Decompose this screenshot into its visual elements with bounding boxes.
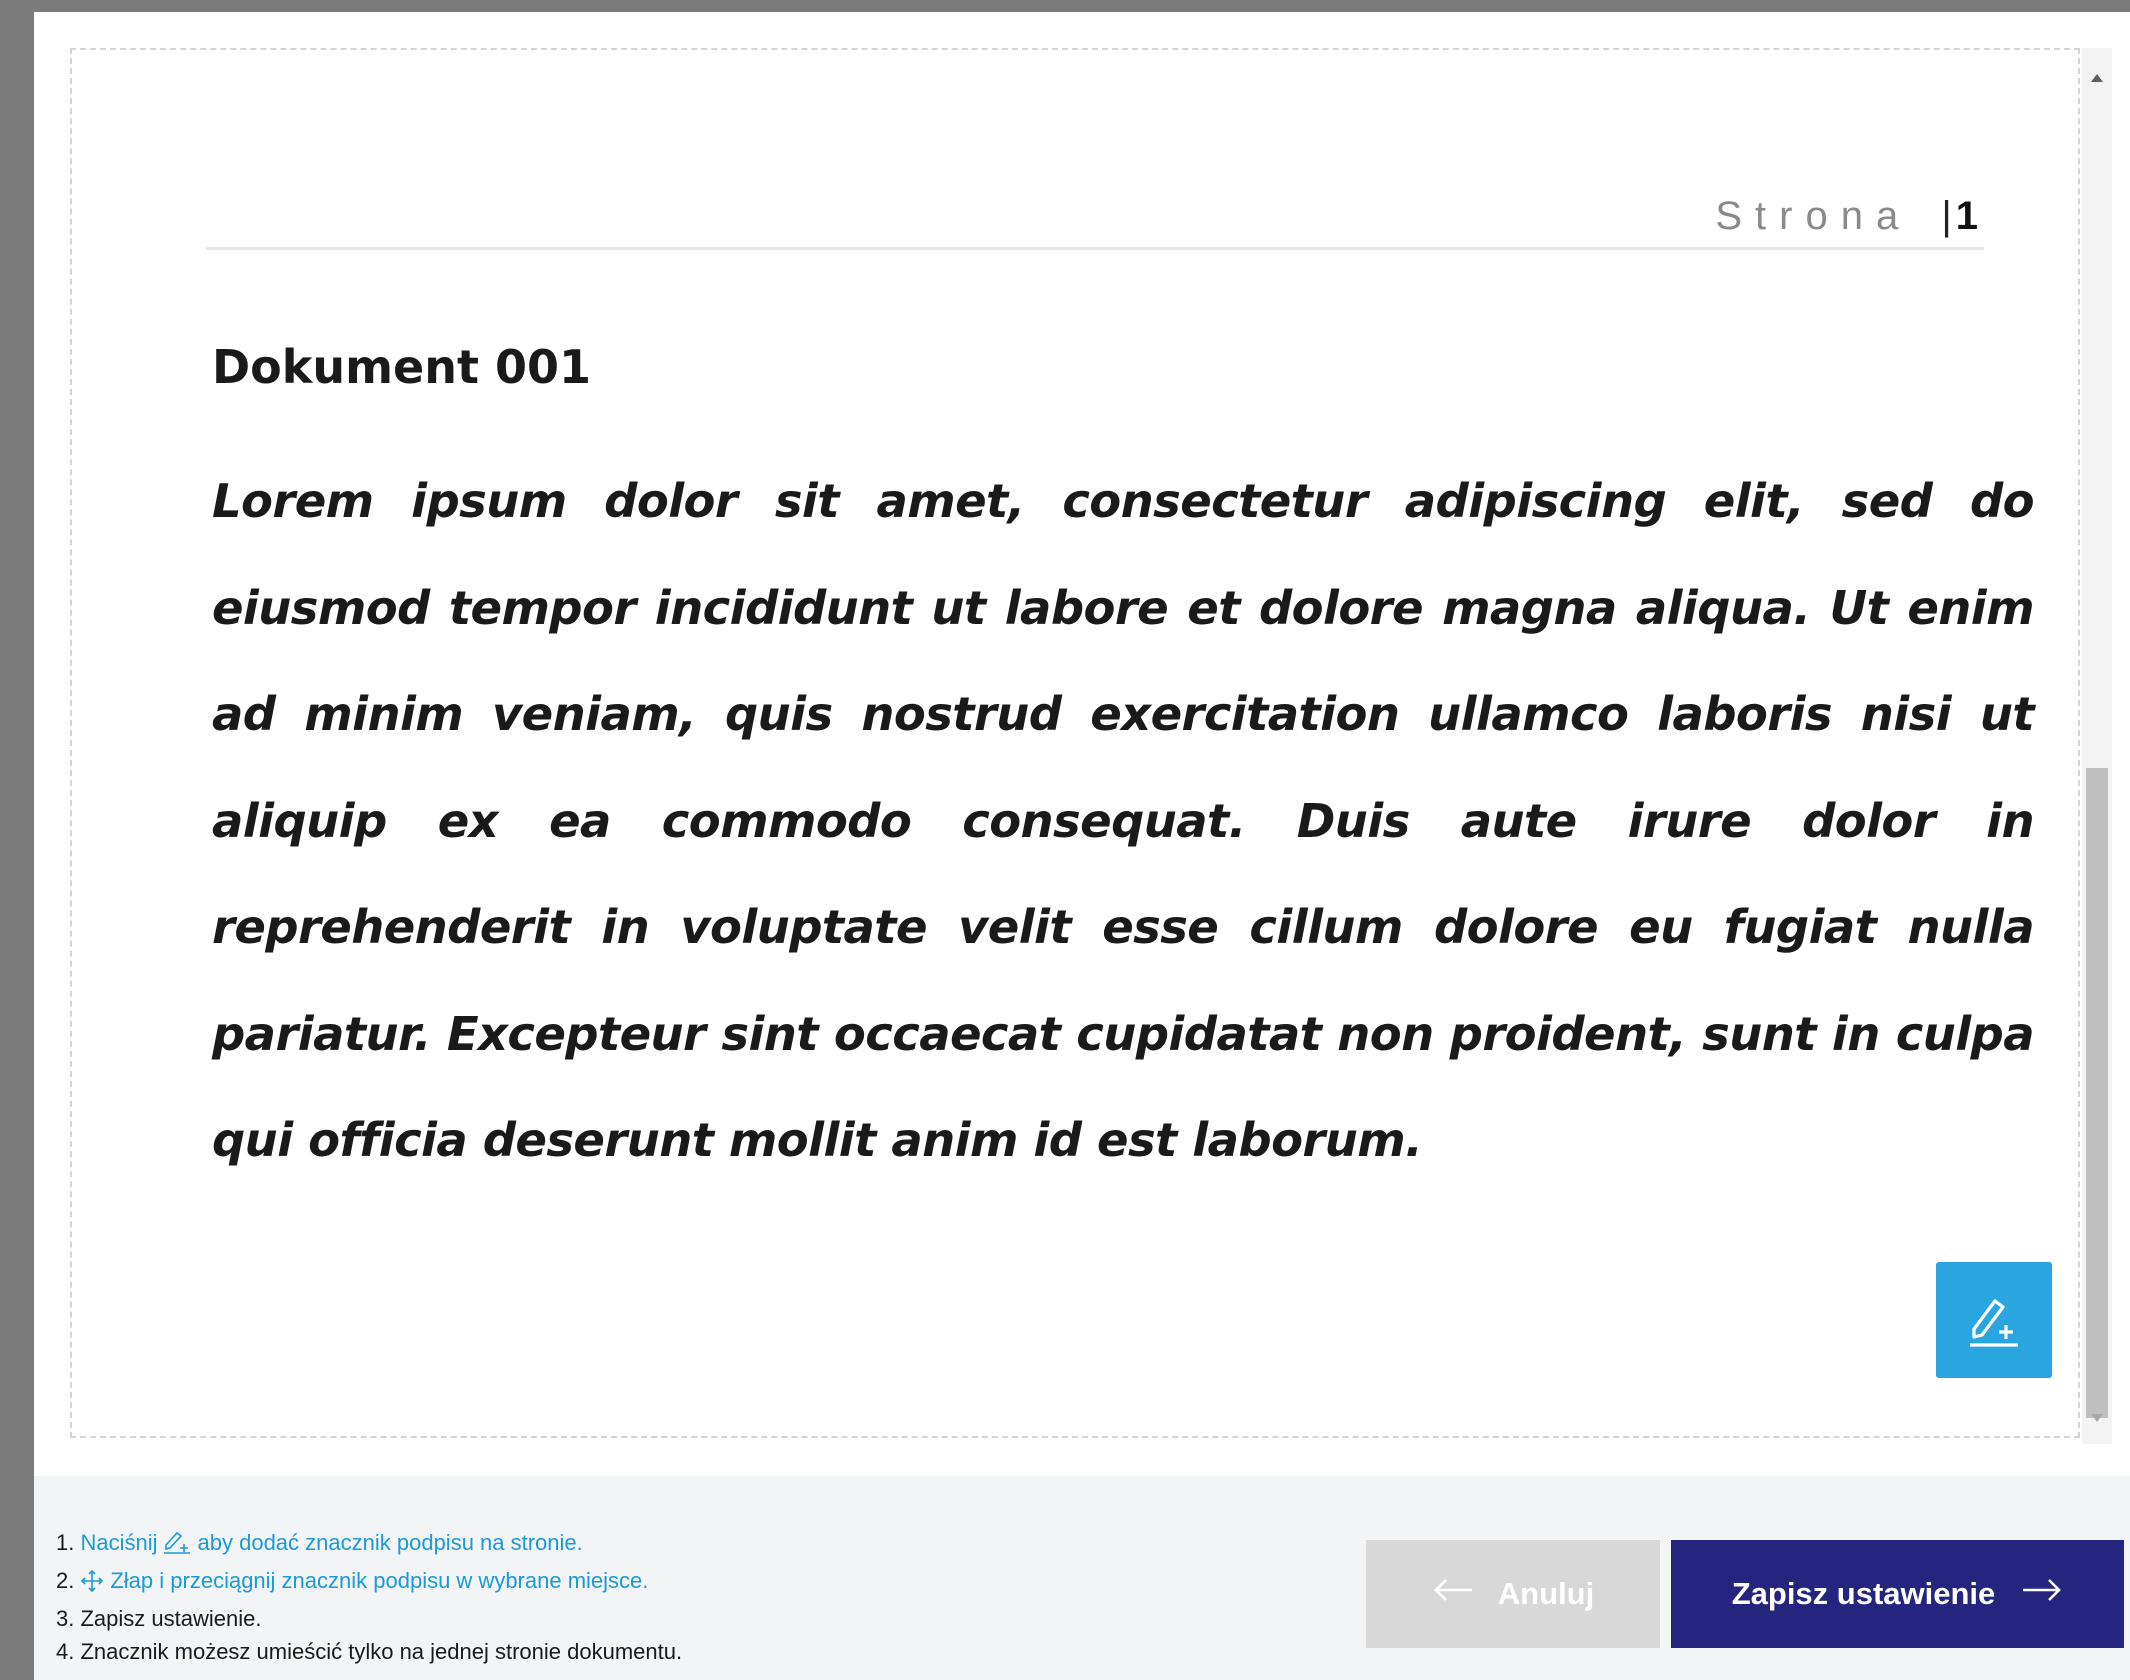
instruction-item: 2. Złap i przeciągnij znacznik podpisu w … (56, 1564, 682, 1602)
page-header: Strona |1 (206, 146, 1984, 250)
page-number: 1 (1955, 194, 1978, 238)
scroll-up-arrow-icon[interactable] (2091, 74, 2103, 82)
instruction-text: Znacznik możesz umieścić tylko na jednej… (80, 1639, 683, 1664)
instruction-text: Zapisz ustawienie. (80, 1606, 262, 1631)
arrow-left-icon (1432, 1576, 1474, 1612)
instruction-text: Naciśnij (80, 1530, 158, 1555)
instruction-text: Złap i przeciągnij znacznik podpisu w wy… (110, 1568, 649, 1593)
document-title: Dokument 001 (212, 340, 592, 394)
modal-footer: 1. Naciśnij aby dodać znacznik podpisu na… (34, 1476, 2130, 1680)
arrow-right-icon (2021, 1576, 2063, 1612)
scroll-down-arrow-icon[interactable] (2091, 1414, 2103, 1422)
vertical-scrollbar[interactable] (2082, 48, 2112, 1444)
page-indicator: Strona |1 (1715, 194, 1978, 239)
add-signature-button[interactable] (1936, 1262, 2052, 1378)
signature-placement-modal: Strona |1 Dokument 001 Lorem ipsum dolor… (34, 12, 2130, 1680)
instruction-number: 1. (56, 1530, 75, 1555)
instruction-item: 1. Naciśnij aby dodać znacznik podpisu na… (56, 1526, 682, 1564)
page-separator: | (1941, 194, 1956, 238)
move-icon (78, 1569, 106, 1602)
save-button-label: Zapisz ustawienie (1731, 1576, 1996, 1611)
cancel-button-label: Anuluj (1497, 1576, 1595, 1611)
instruction-number: 3. (56, 1606, 75, 1631)
page-label-text: Strona (1715, 194, 1912, 238)
instructions-list: 1. Naciśnij aby dodać znacznik podpisu na… (56, 1526, 682, 1668)
instruction-text: aby dodać znacznik podpisu na stronie. (197, 1530, 583, 1555)
cancel-button[interactable]: Anuluj (1366, 1540, 1660, 1648)
instruction-item: 3. Zapisz ustawienie. (56, 1602, 682, 1635)
scrollbar-thumb[interactable] (2086, 768, 2108, 1418)
signature-add-icon (162, 1529, 194, 1564)
instruction-number: 4. (56, 1639, 75, 1664)
document-viewer[interactable]: Strona |1 Dokument 001 Lorem ipsum dolor… (70, 48, 2080, 1438)
instruction-item: 4. Znacznik możesz umieścić tylko na jed… (56, 1635, 682, 1668)
signature-add-icon (1962, 1287, 2026, 1354)
document-body: Lorem ipsum dolor sit amet, consectetur … (212, 474, 2035, 1167)
save-settings-button[interactable]: Zapisz ustawienie (1671, 1540, 2124, 1648)
instruction-number: 2. (56, 1568, 75, 1593)
